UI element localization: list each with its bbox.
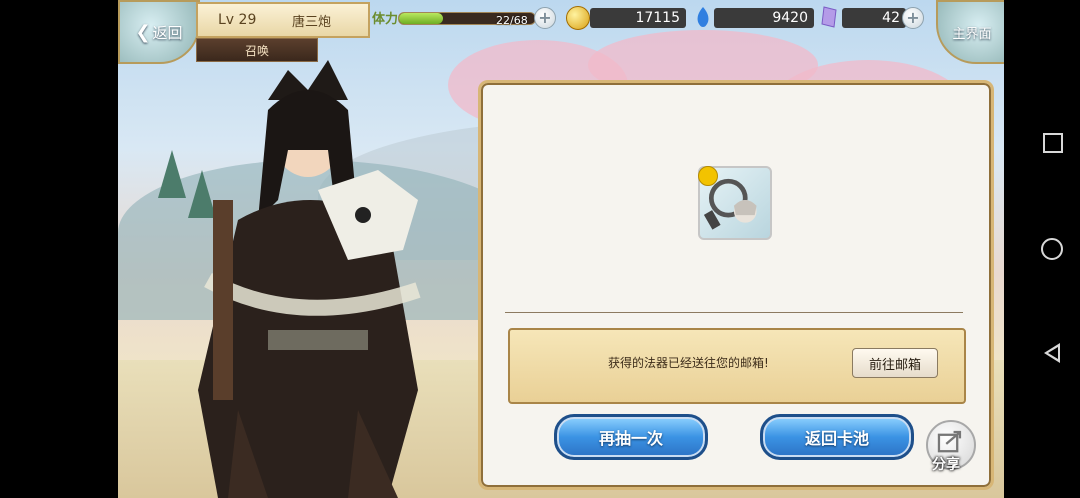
- blue-flame-icon: [697, 7, 709, 27]
- share-label: 分享: [932, 457, 960, 473]
- soul-amount: 9420: [714, 8, 814, 28]
- player-info-panel[interactable]: Lv 29 唐三炮: [196, 2, 370, 38]
- gold-amount: 17115: [590, 8, 686, 28]
- crystal-amount: 42: [842, 8, 906, 28]
- back-arrow-icon: ❮: [135, 21, 151, 43]
- back-label: 返回: [152, 23, 183, 42]
- character-illustration: [198, 60, 421, 498]
- artifact-item-card[interactable]: [698, 166, 772, 240]
- player-name: 唐三炮: [292, 14, 332, 30]
- stamina-fill: [399, 13, 443, 24]
- stamina-label: 体力: [372, 12, 399, 27]
- circle-icon[interactable]: [1041, 238, 1063, 260]
- add-crystal-button[interactable]: +: [902, 7, 924, 29]
- triangle-back-icon-inner: [1048, 347, 1058, 359]
- return-card-pool-button[interactable]: 返回卡池: [760, 414, 914, 460]
- purple-crystal-icon: [821, 6, 837, 28]
- dialog-divider: [505, 312, 963, 313]
- stamina-value: 22/68: [496, 14, 528, 27]
- home-label: 主界面: [952, 26, 992, 42]
- go-to-mailbox-button[interactable]: 前往邮箱: [852, 348, 938, 378]
- rarity-badge-icon: [698, 166, 718, 186]
- tab-summon[interactable]: 召唤: [196, 38, 318, 62]
- gold-coin-icon: [566, 6, 590, 30]
- add-stamina-button[interactable]: +: [534, 7, 556, 29]
- draw-again-button[interactable]: 再抽一次: [554, 414, 708, 460]
- stamina-meter: 体力 22/68: [372, 6, 556, 30]
- square-icon[interactable]: [1043, 133, 1063, 153]
- player-level: Lv 29: [218, 12, 257, 28]
- mailbox-message: 获得的法器已经送往您的邮箱!: [608, 356, 769, 370]
